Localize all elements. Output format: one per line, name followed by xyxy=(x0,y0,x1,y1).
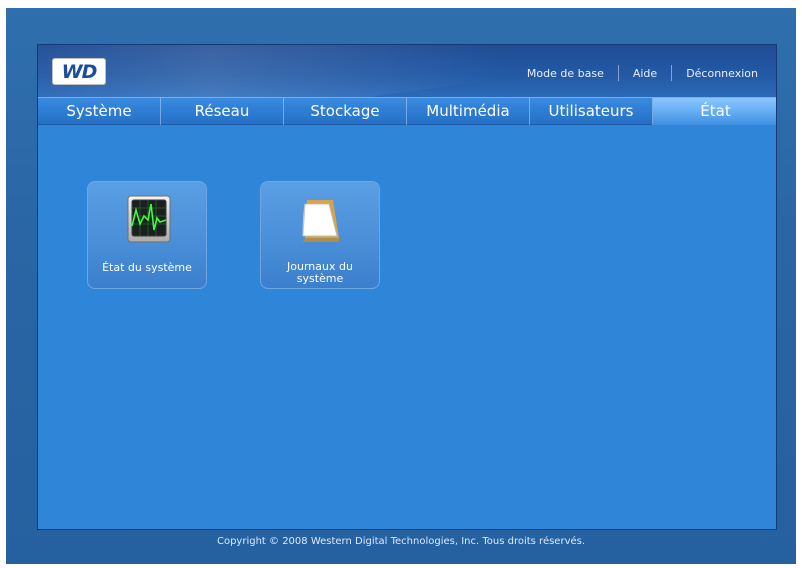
link-divider xyxy=(671,65,673,81)
top-links: Mode de base Aide Déconnexion xyxy=(527,65,758,81)
header-sheen xyxy=(38,45,504,97)
tab-reseau[interactable]: Réseau xyxy=(161,98,284,125)
tab-systeme[interactable]: Système xyxy=(38,98,161,125)
header-bar: WD Mode de base Aide Déconnexion xyxy=(38,45,776,97)
help-link[interactable]: Aide xyxy=(633,67,657,80)
tab-stockage[interactable]: Stockage xyxy=(284,98,407,125)
tab-utilisateurs[interactable]: Utilisateurs xyxy=(530,98,653,125)
content-area: État du système Journaux du système xyxy=(38,125,776,505)
app-frame: WD Mode de base Aide Déconnexion Système… xyxy=(37,44,777,530)
main-tabs: Système Réseau Stockage Multimédia Utili… xyxy=(38,97,776,125)
tile-system-status-label: État du système xyxy=(102,261,192,274)
tab-etat[interactable]: État xyxy=(653,98,776,125)
page: WD Mode de base Aide Déconnexion Système… xyxy=(0,0,802,568)
tab-multimedia[interactable]: Multimédia xyxy=(407,98,530,125)
footer-copyright: Copyright © 2008 Western Digital Technol… xyxy=(216,536,586,547)
tile-system-logs-label: Journaux du système xyxy=(287,260,353,285)
link-divider xyxy=(617,65,619,81)
monitor-graph-icon xyxy=(120,190,176,246)
logout-link[interactable]: Déconnexion xyxy=(686,67,758,80)
wd-logo[interactable]: WD xyxy=(52,58,106,85)
notepad-icon xyxy=(293,190,349,246)
tile-system-logs[interactable]: Journaux du système xyxy=(260,181,380,289)
tile-system-status[interactable]: État du système xyxy=(87,181,207,289)
basic-mode-link[interactable]: Mode de base xyxy=(527,67,604,80)
